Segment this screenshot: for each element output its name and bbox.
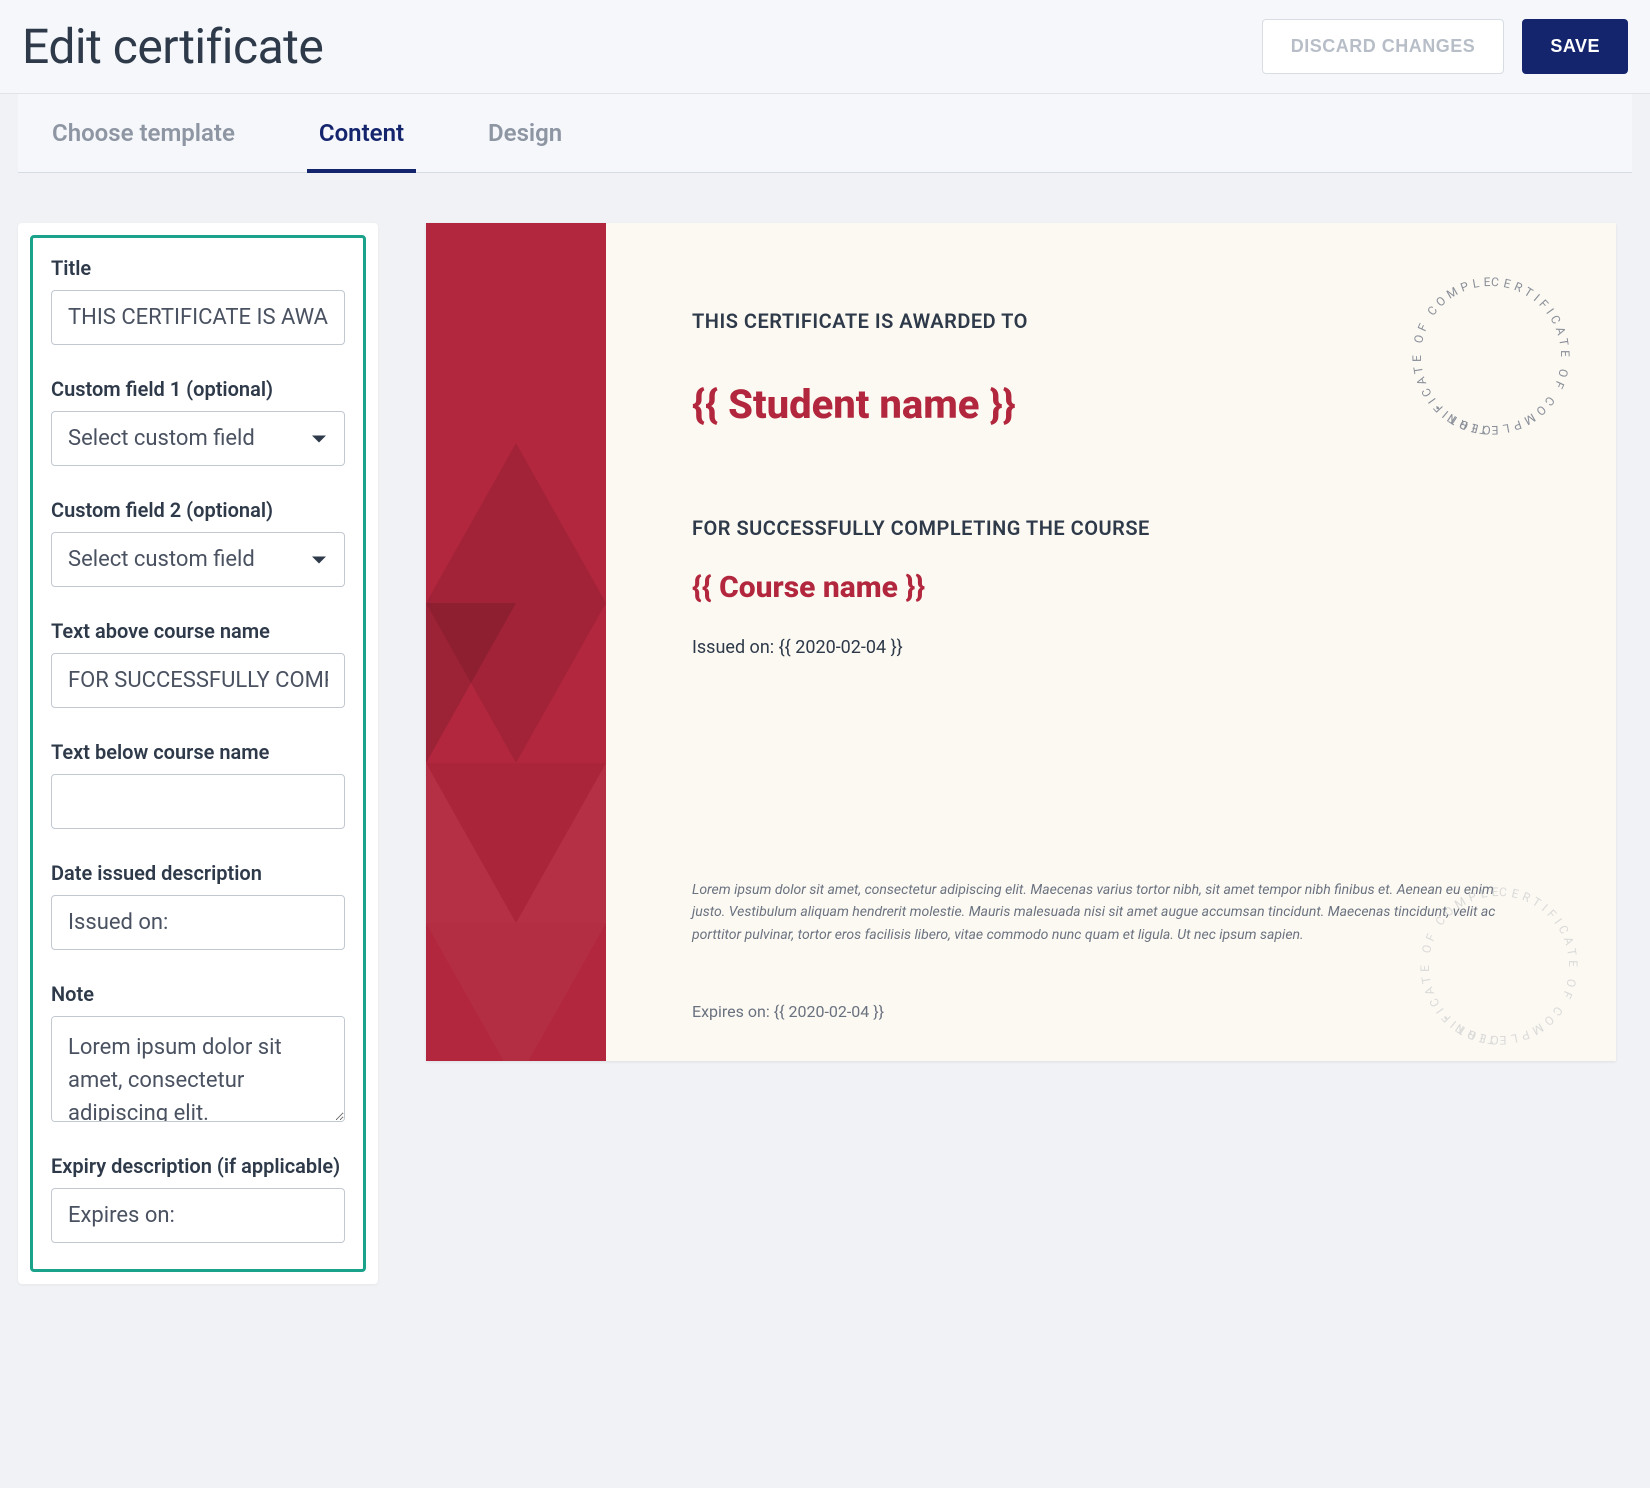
seal-top-text-2: CERTIFICATE OF COMPLETION • bbox=[1406, 271, 1495, 437]
tab-choose-template[interactable]: Choose template bbox=[40, 95, 247, 173]
date-issued-input[interactable] bbox=[51, 895, 345, 950]
preview-body: THIS CERTIFICATE IS AWARDED TO {{ Studen… bbox=[606, 223, 1616, 1061]
field-expiry: Expiry description (if applicable) bbox=[51, 1154, 345, 1243]
preview-expires-on: Expires on: {{ 2020-02-04 }} bbox=[692, 1002, 1536, 1021]
above-course-label: Text above course name bbox=[51, 619, 345, 643]
field-custom2: Custom field 2 (optional) Select custom … bbox=[51, 498, 345, 587]
expiry-input[interactable] bbox=[51, 1188, 345, 1243]
preview-sidebar bbox=[426, 223, 606, 1061]
seal-icon: CERTIFICATE OF COMPLETION • CERTIFICATE … bbox=[1414, 881, 1584, 1051]
preview-note: Lorem ipsum dolor sit amet, consectetur … bbox=[692, 879, 1522, 946]
certificate-preview: THIS CERTIFICATE IS AWARDED TO {{ Studen… bbox=[426, 223, 1616, 1061]
svg-text:CERTIFICATE OF COMPLETION •: CERTIFICATE OF COMPLETION • bbox=[1406, 271, 1495, 437]
tab-content[interactable]: Content bbox=[307, 95, 416, 173]
field-below-course: Text below course name bbox=[51, 740, 345, 829]
field-date-issued: Date issued description bbox=[51, 861, 345, 950]
field-title: Title bbox=[51, 256, 345, 345]
title-label: Title bbox=[51, 256, 345, 280]
seal-bottom-text-2: CERTIFICATE OF COMPLETION • bbox=[1414, 881, 1503, 1047]
field-custom1: Custom field 1 (optional) Select custom … bbox=[51, 377, 345, 466]
field-above-course: Text above course name bbox=[51, 619, 345, 708]
below-course-label: Text below course name bbox=[51, 740, 345, 764]
custom1-label: Custom field 1 (optional) bbox=[51, 377, 345, 401]
tab-design[interactable]: Design bbox=[476, 95, 574, 173]
page-title: Edit certificate bbox=[22, 18, 323, 75]
custom2-label: Custom field 2 (optional) bbox=[51, 498, 345, 522]
date-issued-label: Date issued description bbox=[51, 861, 345, 885]
triangle-decoration bbox=[426, 443, 606, 603]
header: Edit certificate DISCARD CHANGES SAVE bbox=[0, 0, 1650, 94]
below-course-input[interactable] bbox=[51, 774, 345, 829]
note-textarea[interactable]: Lorem ipsum dolor sit amet, consectetur … bbox=[51, 1016, 345, 1122]
form-panel: Title Custom field 1 (optional) Select c… bbox=[18, 223, 378, 1284]
form-panel-inner: Title Custom field 1 (optional) Select c… bbox=[30, 235, 366, 1272]
tabs: Choose template Content Design bbox=[18, 94, 1632, 173]
triangle-decoration bbox=[426, 763, 606, 923]
header-actions: DISCARD CHANGES SAVE bbox=[1262, 19, 1628, 74]
preview-course-name: {{ Course name }} bbox=[692, 570, 1536, 605]
preview-above-course: FOR SUCCESSFULLY COMPLETING THE COURSE bbox=[692, 516, 1536, 540]
note-label: Note bbox=[51, 982, 345, 1006]
expiry-label: Expiry description (if applicable) bbox=[51, 1154, 345, 1178]
field-note: Note Lorem ipsum dolor sit amet, consect… bbox=[51, 982, 345, 1122]
preview-issued-on: Issued on: {{ 2020-02-04 }} bbox=[692, 637, 1536, 658]
main: Title Custom field 1 (optional) Select c… bbox=[0, 173, 1650, 1334]
seal-icon: CERTIFICATE OF COMPLETION • CERTIFICATE … bbox=[1406, 271, 1576, 441]
triangle-decoration bbox=[426, 603, 606, 763]
save-button[interactable]: SAVE bbox=[1522, 19, 1628, 74]
svg-text:CERTIFICATE OF COMPLETION •: CERTIFICATE OF COMPLETION • bbox=[1414, 881, 1503, 1047]
custom1-select[interactable]: Select custom field bbox=[51, 411, 345, 466]
discard-button[interactable]: DISCARD CHANGES bbox=[1262, 19, 1505, 74]
triangle-decoration bbox=[426, 923, 606, 1061]
custom2-select[interactable]: Select custom field bbox=[51, 532, 345, 587]
title-input[interactable] bbox=[51, 290, 345, 345]
above-course-input[interactable] bbox=[51, 653, 345, 708]
